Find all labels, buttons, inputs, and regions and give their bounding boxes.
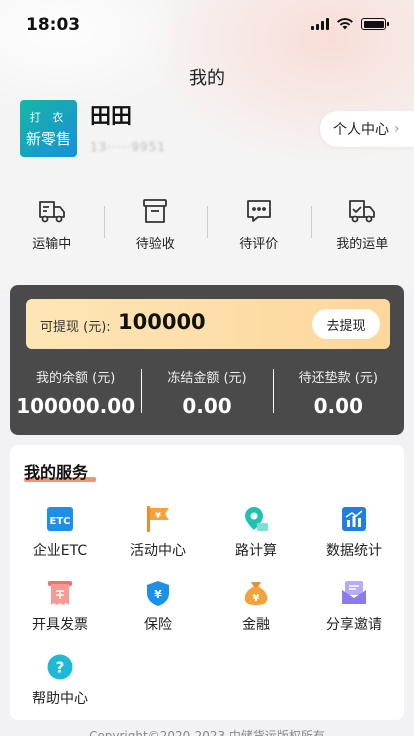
battery-icon xyxy=(361,18,389,30)
service-activity[interactable]: ¥ 活动中心 xyxy=(109,505,207,560)
svg-text:?: ? xyxy=(56,659,65,677)
waybill-label: 待评价 xyxy=(239,237,279,252)
service-etc[interactable]: ETC 企业ETC xyxy=(11,505,109,560)
wifi-icon xyxy=(337,18,353,30)
service-insurance[interactable]: ¥ 保险 xyxy=(109,579,207,634)
mail-icon xyxy=(342,581,366,604)
waybill-in-transit[interactable]: 运输中 xyxy=(0,196,104,256)
withdraw-card: 可提现 (元): 100000 去提现 xyxy=(26,299,390,349)
waybill-pending-acceptance[interactable]: 待验收 xyxy=(103,196,208,256)
app-logo: 打 衣 新零售 xyxy=(20,100,77,157)
status-time: 18:03 xyxy=(26,15,81,35)
services-panel: 我的服务 ETC 企业ETC ¥ 活动中心 路计算 数据统计 开具发票 ¥ 保险… xyxy=(10,445,404,720)
service-label: 开具发票 xyxy=(32,617,88,633)
personal-center-button[interactable]: 个人中心 › xyxy=(320,111,414,147)
service-label: 帮助中心 xyxy=(32,691,88,707)
service-label: 活动中心 xyxy=(130,543,186,559)
map-pin-icon xyxy=(245,507,268,531)
wallet-stats: 我的余额 (元) 100000.00 冻结金额 (元) 0.00 待还垫款 (元… xyxy=(10,367,404,418)
waybill-label: 待验收 xyxy=(135,237,175,252)
stat-value: 0.00 xyxy=(313,394,363,418)
shield-icon: ¥ xyxy=(147,581,169,606)
service-help-center[interactable]: ? 帮助中心 xyxy=(11,653,109,708)
waybill-my-orders[interactable]: 我的运单 xyxy=(310,196,414,256)
service-label: 金融 xyxy=(242,617,270,633)
service-finance[interactable]: ¥ 金融 xyxy=(207,579,305,634)
page-title: 我的 xyxy=(189,68,225,89)
stat-value: 0.00 xyxy=(182,394,232,418)
stat-balance[interactable]: 我的余额 (元) 100000.00 xyxy=(10,367,141,418)
svg-text:¥: ¥ xyxy=(154,588,162,601)
signal-icon xyxy=(311,18,329,30)
divider xyxy=(207,206,208,238)
stat-label: 我的余额 (元) xyxy=(36,371,116,386)
waybill-status-row: 运输中 待验收 待评价 我的运单 xyxy=(0,196,414,256)
divider xyxy=(310,206,312,238)
truck-check-icon xyxy=(349,200,376,223)
stat-value: 100000.00 xyxy=(16,394,136,418)
service-invoice[interactable]: 开具发票 xyxy=(11,579,109,634)
service-label: 路计算 xyxy=(235,543,277,559)
service-label: 数据统计 xyxy=(326,543,382,559)
withdrawable-label: 可提现 (元): xyxy=(40,320,111,335)
user-name: 田田 xyxy=(90,104,132,128)
svg-text:ETC: ETC xyxy=(50,516,71,527)
service-statistics[interactable]: 数据统计 xyxy=(305,505,403,560)
divider xyxy=(141,369,143,413)
personal-center-label: 个人中心 xyxy=(333,122,389,138)
status-bar: 18:03 xyxy=(0,0,414,50)
truck-icon xyxy=(38,201,65,223)
logo-line2: 新零售 xyxy=(25,129,71,148)
withdrawable-amount: 100000 xyxy=(118,310,206,334)
stat-advance[interactable]: 待还垫款 (元) 0.00 xyxy=(272,367,404,418)
status-icons xyxy=(311,18,389,30)
waybill-label: 我的运单 xyxy=(336,237,389,252)
user-phone: 13·····9951 xyxy=(90,140,166,154)
chart-icon xyxy=(342,507,366,531)
svg-text:¥: ¥ xyxy=(253,593,260,604)
comment-icon xyxy=(246,200,271,222)
help-icon: ? xyxy=(47,654,73,680)
svg-text:¥: ¥ xyxy=(155,511,161,520)
waybill-pending-review[interactable]: 待评价 xyxy=(207,196,311,256)
stat-label: 待还垫款 (元) xyxy=(298,371,378,386)
etc-icon: ETC xyxy=(47,507,73,531)
stat-frozen[interactable]: 冻结金额 (元) 0.00 xyxy=(141,367,272,418)
chevron-right-icon: › xyxy=(394,121,400,137)
service-label: 保险 xyxy=(144,617,172,633)
services-title: 我的服务 xyxy=(24,463,89,482)
footer-copyright: Copyright©2020-2023 中储货运版权所有 xyxy=(89,729,325,736)
wallet-panel: 可提现 (元): 100000 去提现 我的余额 (元) 100000.00 冻… xyxy=(10,285,404,435)
invoice-icon xyxy=(48,581,72,605)
flag-icon: ¥ xyxy=(147,506,169,532)
money-bag-icon: ¥ xyxy=(244,582,268,605)
waybill-label: 运输中 xyxy=(32,237,72,252)
box-icon xyxy=(143,199,168,223)
service-share-invite[interactable]: 分享邀请 xyxy=(305,579,403,634)
divider xyxy=(272,369,274,413)
service-route[interactable]: 路计算 xyxy=(207,505,305,560)
logo-line1: 打 衣 xyxy=(29,110,68,124)
service-label: 企业ETC xyxy=(32,543,88,559)
service-label: 分享邀请 xyxy=(326,617,382,633)
withdraw-button[interactable]: 去提现 xyxy=(312,309,380,339)
stat-label: 冻结金额 (元) xyxy=(167,371,247,386)
divider xyxy=(103,206,105,238)
